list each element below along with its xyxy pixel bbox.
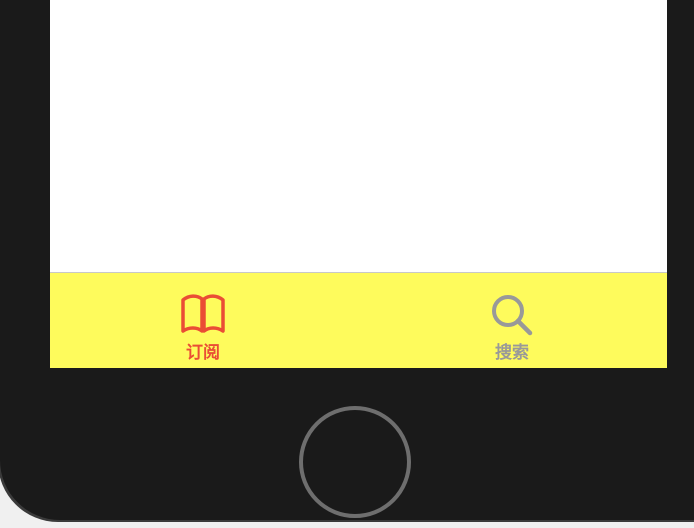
tab-search-label: 搜索	[495, 343, 529, 363]
search-icon	[492, 295, 533, 336]
home-button[interactable]	[299, 406, 411, 518]
tab-subscribe[interactable]: 订阅	[143, 273, 263, 368]
content-area	[50, 0, 667, 272]
book-icon	[181, 294, 225, 333]
phone-device: 订阅 搜索	[0, 0, 694, 528]
tab-bar: 订阅 搜索	[50, 272, 667, 368]
app-screen: 订阅 搜索	[50, 0, 667, 368]
tab-subscribe-label: 订阅	[186, 343, 220, 363]
tab-search[interactable]: 搜索	[452, 273, 572, 368]
